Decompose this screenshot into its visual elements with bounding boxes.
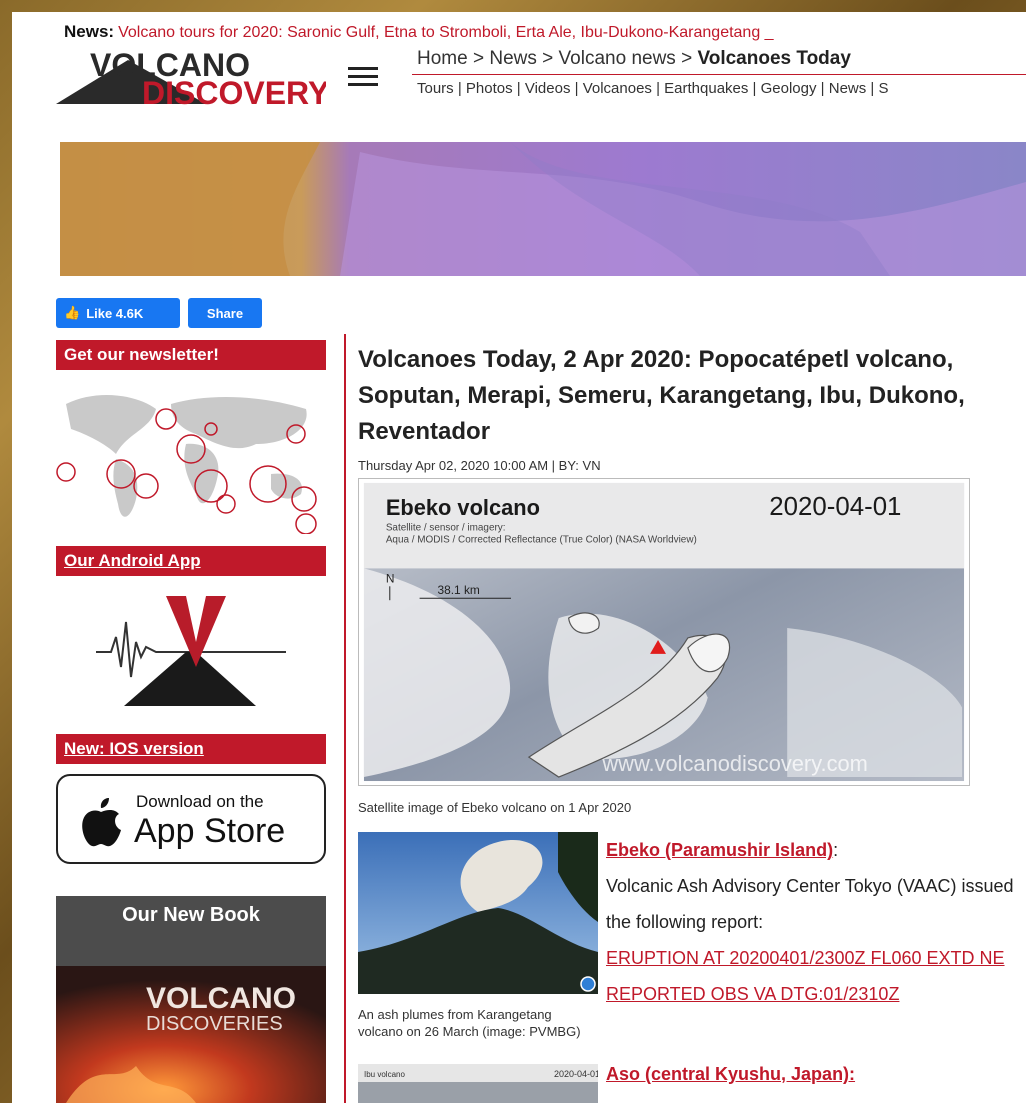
nav-tours[interactable]: Tours xyxy=(417,80,454,97)
site-logo[interactable]: VOLCANO DISCOVERY xyxy=(56,48,326,106)
menu-icon[interactable] xyxy=(348,62,378,92)
ebeko-link[interactable]: Ebeko (Paramushir Island) xyxy=(606,840,833,860)
news-ticker-text[interactable]: Volcano tours for 2020: Saronic Gulf, Et… xyxy=(118,24,774,41)
karangetang-thumbnail[interactable] xyxy=(358,832,598,994)
image-caption: Satellite image of Ebeko volcano on 1 Ap… xyxy=(358,800,632,815)
ibu-thumbnail[interactable]: Ibu volcano 2020-04-01 xyxy=(358,1064,598,1103)
book-promo[interactable]: Our New Book VOLCANO DISCOVERIES xyxy=(56,896,326,1103)
world-map-image[interactable] xyxy=(56,374,326,534)
apple-logo-icon xyxy=(82,798,121,847)
content-divider xyxy=(344,334,346,1103)
image-volcano-name: Ebeko volcano xyxy=(386,495,540,520)
article-byline: Thursday Apr 02, 2020 10:00 AM | BY: VN xyxy=(358,458,601,473)
satellite-image[interactable]: Ebeko volcano 2020-04-01 Satellite / sen… xyxy=(358,478,970,786)
image-watermark: www.volcanodiscovery.com xyxy=(601,751,867,776)
book-cover-subtitle: DISCOVERIES xyxy=(146,1013,283,1035)
android-app-heading[interactable]: Our Android App xyxy=(56,546,326,576)
news-label: News: xyxy=(64,22,115,41)
book-cover-title: VOLCANO xyxy=(146,982,296,1015)
header-banner-image xyxy=(60,142,1026,276)
ibu-thumbnail-name: Ibu volcano xyxy=(364,1070,405,1079)
book-heading: Our New Book xyxy=(122,904,260,926)
breadcrumb-news[interactable]: News xyxy=(489,48,537,69)
book-cover-image[interactable]: VOLCANO DISCOVERIES xyxy=(56,966,326,1103)
nav-volcanoes[interactable]: Volcanoes xyxy=(583,80,652,97)
thumbs-up-icon: 👍 xyxy=(64,305,81,320)
android-app-logo[interactable] xyxy=(56,582,326,708)
ibu-thumbnail-date: 2020-04-01 xyxy=(554,1069,598,1079)
nav-geology[interactable]: Geology xyxy=(761,80,817,97)
aso-link[interactable]: Aso (central Kyushu, Japan): xyxy=(606,1064,855,1085)
news-ticker[interactable]: News: Volcano tours for 2020: Saronic Gul… xyxy=(64,22,774,42)
image-sensor-line1: Satellite / sensor / imagery: xyxy=(386,523,506,534)
logo-line2: DISCOVERY xyxy=(142,75,326,106)
breadcrumb-volcano-news[interactable]: Volcano news xyxy=(559,48,676,69)
sidebar-newsletter[interactable]: Get our newsletter! xyxy=(56,340,326,370)
nav-news[interactable]: News xyxy=(829,80,867,97)
app-store-line1: Download on the xyxy=(136,792,264,811)
vaac-report-link[interactable]: ERUPTION AT 20200401/2300Z FL060 EXTD NE… xyxy=(606,948,1005,1004)
nav-videos[interactable]: Videos xyxy=(525,80,571,97)
app-store-badge[interactable]: Download on the App Store xyxy=(56,774,326,864)
article-title: Volcanoes Today, 2 Apr 2020: Popocatépet… xyxy=(358,346,965,445)
nav-more[interactable]: S xyxy=(878,80,888,97)
image-sensor-line2: Aqua / MODIS / Corrected Reflectance (Tr… xyxy=(386,535,697,546)
page: News: Volcano tours for 2020: Saronic Gul… xyxy=(12,12,1026,1103)
newsletter-heading[interactable]: Get our newsletter! xyxy=(56,340,326,370)
ebeko-entry: Ebeko (Paramushir Island): Volcanic Ash … xyxy=(606,840,1014,1004)
scale-bar-label: 38.1 km xyxy=(437,583,479,597)
sidebar-ios[interactable]: New: IOS version xyxy=(56,734,326,764)
facebook-share-button[interactable]: Share xyxy=(188,298,262,328)
breadcrumb-home[interactable]: Home xyxy=(417,48,468,69)
nav-earthquakes[interactable]: Earthquakes xyxy=(664,80,748,97)
breadcrumb-current: Volcanoes Today xyxy=(697,48,851,69)
thumbnail-caption: An ash plumes from Karangetang volcano o… xyxy=(358,1007,581,1039)
breadcrumb: Home > News > Volcano news > Volcanoes T… xyxy=(417,48,851,69)
top-nav: Tours | Photos | Videos | Volcanoes | Ea… xyxy=(417,80,889,97)
ios-version-heading[interactable]: New: IOS version xyxy=(56,734,326,764)
breadcrumb-divider xyxy=(412,74,1026,75)
nav-photos[interactable]: Photos xyxy=(466,80,513,97)
facebook-like-button[interactable]: 👍 Like 4.6K xyxy=(56,298,180,328)
north-arrow-label: N xyxy=(386,571,395,585)
vaac-report-text: Volcanic Ash Advisory Center Tokyo (VAAC… xyxy=(606,876,1014,932)
image-date: 2020-04-01 xyxy=(769,493,901,521)
sidebar-android[interactable]: Our Android App xyxy=(56,546,326,576)
app-store-line2: App Store xyxy=(134,812,286,850)
